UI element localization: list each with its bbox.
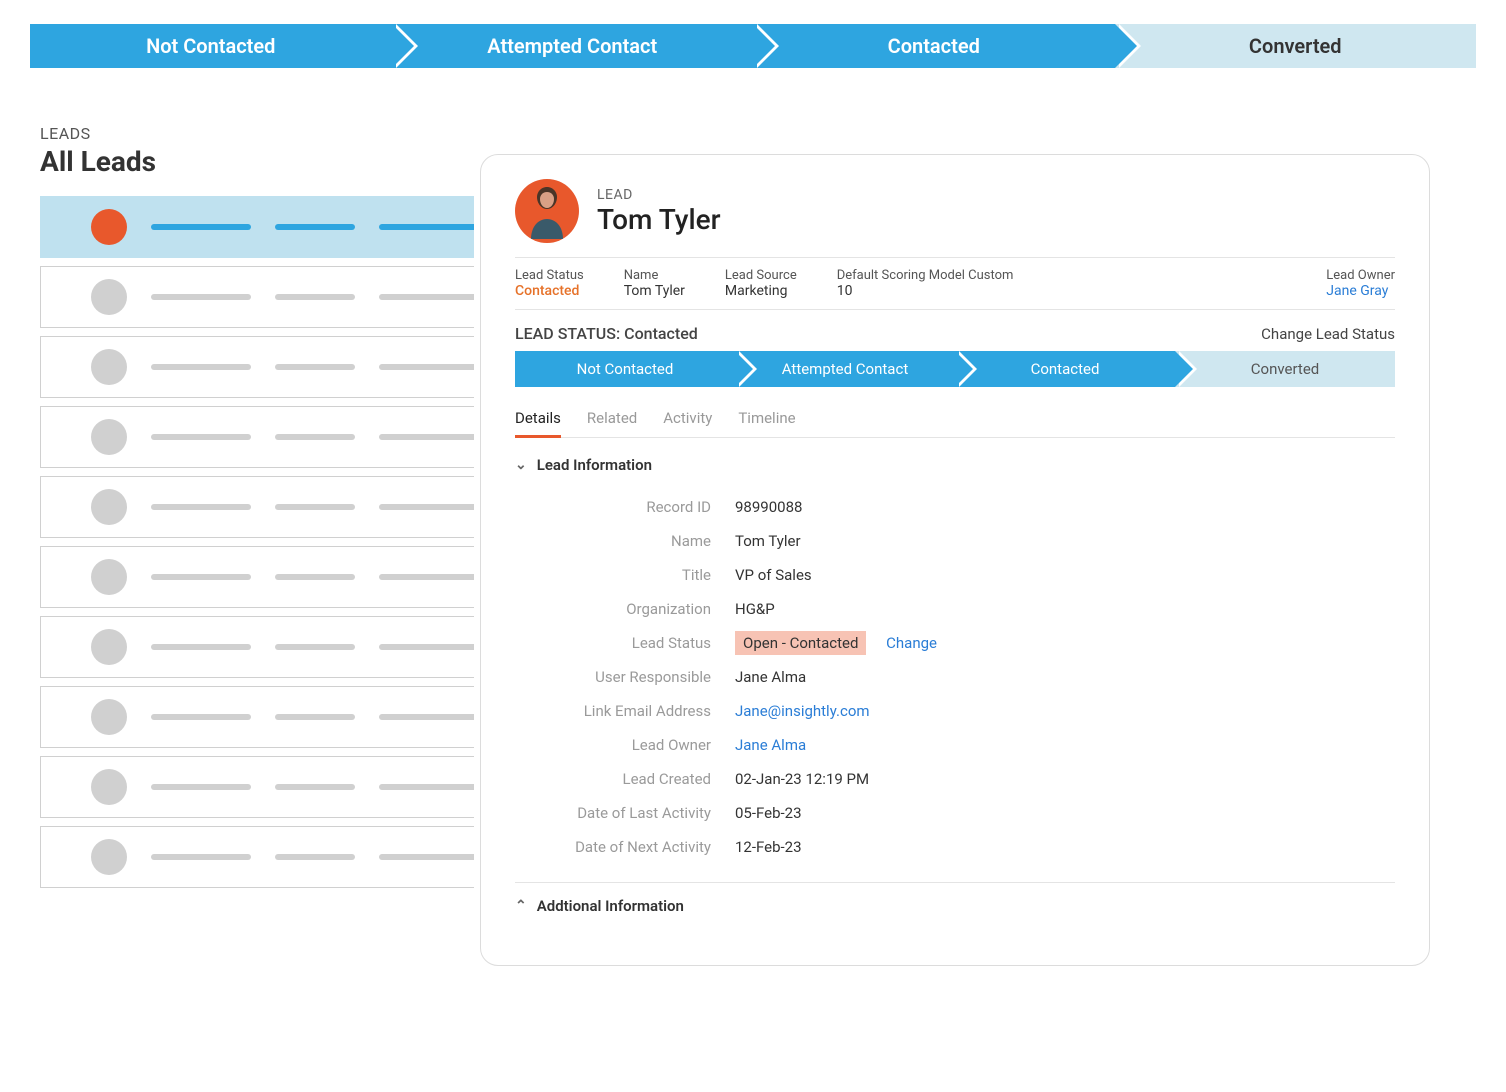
- inner-pipeline: Not Contacted Attempted Contact Contacte…: [515, 351, 1395, 387]
- placeholder-bar: [275, 784, 355, 790]
- placeholder-bar: [151, 504, 251, 510]
- tab-details[interactable]: Details: [515, 401, 561, 438]
- info-label: Lead Owner: [1326, 268, 1395, 283]
- field-value-owner[interactable]: Jane Alma: [735, 736, 806, 754]
- field-value-user-responsible: Jane Alma: [735, 668, 806, 686]
- pipeline-stage-converted[interactable]: Converted: [1115, 24, 1477, 68]
- avatar: [91, 489, 127, 525]
- info-value-name: Tom Tyler: [624, 283, 685, 299]
- avatar: [91, 629, 127, 665]
- field-value-title: VP of Sales: [735, 566, 812, 584]
- placeholder-bar: [151, 224, 251, 230]
- info-label: Lead Status: [515, 268, 584, 283]
- tab-timeline[interactable]: Timeline: [738, 401, 795, 437]
- change-status-link[interactable]: Change: [886, 634, 937, 652]
- placeholder-bar: [275, 224, 355, 230]
- tab-related[interactable]: Related: [587, 401, 637, 437]
- field-value-created: 02-Jan-23 12:19 PM: [735, 770, 869, 788]
- avatar: [515, 179, 579, 243]
- section-additional-information[interactable]: Addtional Information: [515, 897, 1395, 915]
- inner-stage-contacted[interactable]: Contacted: [955, 351, 1175, 387]
- placeholder-bar: [151, 434, 251, 440]
- pipeline-stage-not-contacted[interactable]: Not Contacted: [30, 24, 392, 68]
- info-label: Name: [624, 268, 685, 283]
- info-value-owner[interactable]: Jane Gray: [1326, 283, 1395, 299]
- placeholder-bar: [275, 364, 355, 370]
- field-value-email[interactable]: Jane@insightly.com: [735, 702, 870, 720]
- status-label: LEAD STATUS: Contacted: [515, 324, 698, 343]
- info-strip: Lead Status Contacted Name Tom Tyler Lea…: [515, 257, 1395, 310]
- avatar: [91, 419, 127, 455]
- placeholder-bar: [151, 854, 251, 860]
- person-icon: [523, 183, 571, 239]
- placeholder-bar: [275, 434, 355, 440]
- placeholder-bar: [275, 574, 355, 580]
- field-label: Lead Status: [515, 634, 735, 652]
- record-type-label: LEAD: [597, 187, 721, 203]
- detail-tabs: Details Related Activity Timeline: [515, 401, 1395, 438]
- placeholder-bar: [275, 644, 355, 650]
- section-label: LEADS: [40, 124, 740, 143]
- top-pipeline: Not Contacted Attempted Contact Contacte…: [30, 24, 1476, 68]
- placeholder-bar: [275, 714, 355, 720]
- placeholder-bar: [151, 784, 251, 790]
- tab-activity[interactable]: Activity: [663, 401, 712, 437]
- info-value-lead-status: Contacted: [515, 283, 584, 299]
- field-value-last-activity: 05-Feb-23: [735, 804, 802, 822]
- avatar: [91, 279, 127, 315]
- section-lead-information[interactable]: Lead Information: [515, 456, 1395, 474]
- info-label: Lead Source: [725, 268, 797, 283]
- avatar: [91, 769, 127, 805]
- info-label: Default Scoring Model Custom: [837, 268, 1014, 283]
- avatar: [91, 349, 127, 385]
- change-status-link[interactable]: Change Lead Status: [1261, 325, 1395, 343]
- avatar: [91, 699, 127, 735]
- field-value-name: Tom Tyler: [735, 532, 801, 550]
- inner-stage-converted[interactable]: Converted: [1175, 351, 1395, 387]
- info-value-scoring: 10: [837, 283, 1014, 299]
- placeholder-bar: [151, 294, 251, 300]
- pipeline-stage-contacted[interactable]: Contacted: [753, 24, 1115, 68]
- field-value-next-activity: 12-Feb-23: [735, 838, 802, 856]
- avatar: [91, 209, 127, 245]
- placeholder-bar: [275, 504, 355, 510]
- inner-stage-not-contacted[interactable]: Not Contacted: [515, 351, 735, 387]
- avatar: [91, 559, 127, 595]
- avatar: [91, 839, 127, 875]
- field-label: Date of Last Activity: [515, 804, 735, 822]
- status-badge: Open - Contacted: [735, 631, 866, 655]
- field-label: Title: [515, 566, 735, 584]
- inner-stage-attempted-contact[interactable]: Attempted Contact: [735, 351, 955, 387]
- chevron-down-icon: [515, 457, 527, 473]
- lead-detail-panel: LEAD Tom Tyler Lead Status Contacted Nam…: [480, 154, 1430, 966]
- info-value-lead-source: Marketing: [725, 283, 797, 299]
- field-value-organization: HG&P: [735, 600, 775, 618]
- field-value-record-id: 98990088: [735, 498, 802, 516]
- field-label: Record ID: [515, 498, 735, 516]
- pipeline-stage-attempted-contact[interactable]: Attempted Contact: [392, 24, 754, 68]
- section-title: Lead Information: [537, 456, 652, 474]
- record-title: Tom Tyler: [597, 203, 721, 236]
- field-label: Date of Next Activity: [515, 838, 735, 856]
- placeholder-bar: [151, 644, 251, 650]
- field-label: Lead Owner: [515, 736, 735, 754]
- placeholder-bar: [151, 714, 251, 720]
- field-label: Name: [515, 532, 735, 550]
- field-label: Organization: [515, 600, 735, 618]
- field-label: User Responsible: [515, 668, 735, 686]
- section-title: Addtional Information: [537, 897, 684, 915]
- field-label: Lead Created: [515, 770, 735, 788]
- placeholder-bar: [151, 364, 251, 370]
- chevron-up-icon: [515, 898, 527, 914]
- placeholder-bar: [275, 854, 355, 860]
- field-label: Link Email Address: [515, 702, 735, 720]
- placeholder-bar: [275, 294, 355, 300]
- placeholder-bar: [151, 574, 251, 580]
